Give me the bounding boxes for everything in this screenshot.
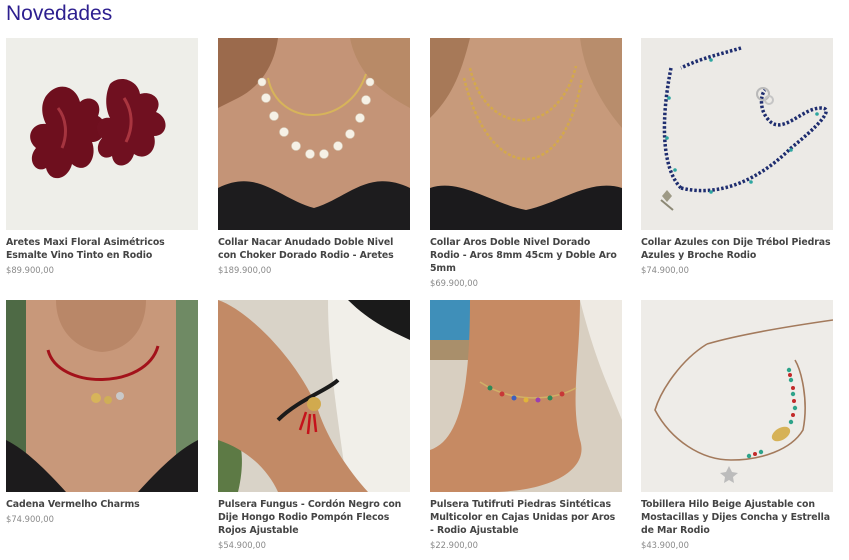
product-name[interactable]: Aretes Maxi Floral Asimétricos Esmalte V… bbox=[6, 236, 198, 262]
product-card[interactable]: Cadena Vermelho Charms $74.900,00 bbox=[6, 300, 198, 524]
product-card[interactable]: Pulsera Tutifruti Piedras Sintéticas Mul… bbox=[430, 300, 622, 550]
product-price: $89.900,00 bbox=[6, 265, 54, 275]
product-card[interactable]: Collar Nacar Anudado Doble Nivel con Cho… bbox=[218, 38, 410, 275]
product-price: $74.900,00 bbox=[641, 265, 689, 275]
product-card[interactable]: Collar Aros Doble Nivel Dorado Rodio - A… bbox=[430, 38, 622, 288]
red-choker-image[interactable] bbox=[6, 300, 198, 492]
product-name[interactable]: Tobillera Hilo Beige Ajustable con Mosta… bbox=[641, 498, 833, 537]
product-price: $74.900,00 bbox=[6, 514, 54, 524]
product-grid-page: Novedades Aretes Maxi Floral Asimétricos… bbox=[0, 0, 849, 560]
pearl-necklace-image[interactable] bbox=[218, 38, 410, 230]
bracelet-image[interactable] bbox=[218, 300, 410, 492]
product-price: $22.900,00 bbox=[430, 540, 478, 550]
product-price: $54.900,00 bbox=[218, 540, 266, 550]
product-card[interactable]: Pulsera Fungus - Cordón Negro con Dije H… bbox=[218, 300, 410, 550]
product-name[interactable]: Pulsera Fungus - Cordón Negro con Dije H… bbox=[218, 498, 410, 537]
beaded-anklet-image[interactable] bbox=[641, 300, 833, 492]
anklet-image[interactable] bbox=[430, 300, 622, 492]
product-name[interactable]: Collar Aros Doble Nivel Dorado Rodio - A… bbox=[430, 236, 622, 275]
blue-bead-necklace-image[interactable] bbox=[641, 38, 833, 230]
product-card[interactable]: Collar Azules con Dije Trébol Piedras Az… bbox=[641, 38, 833, 275]
product-price: $43.900,00 bbox=[641, 540, 689, 550]
gold-chain-image[interactable] bbox=[430, 38, 622, 230]
product-price: $189.900,00 bbox=[218, 265, 272, 275]
product-name[interactable]: Collar Nacar Anudado Doble Nivel con Cho… bbox=[218, 236, 410, 262]
earrings-image[interactable] bbox=[6, 38, 198, 230]
section-title: Novedades bbox=[6, 2, 113, 25]
product-name[interactable]: Collar Azules con Dije Trébol Piedras Az… bbox=[641, 236, 833, 262]
product-name[interactable]: Cadena Vermelho Charms bbox=[6, 498, 198, 511]
product-price: $69.900,00 bbox=[430, 278, 478, 288]
product-name[interactable]: Pulsera Tutifruti Piedras Sintéticas Mul… bbox=[430, 498, 622, 537]
product-card[interactable]: Aretes Maxi Floral Asimétricos Esmalte V… bbox=[6, 38, 198, 275]
product-card[interactable]: Tobillera Hilo Beige Ajustable con Mosta… bbox=[641, 300, 833, 550]
